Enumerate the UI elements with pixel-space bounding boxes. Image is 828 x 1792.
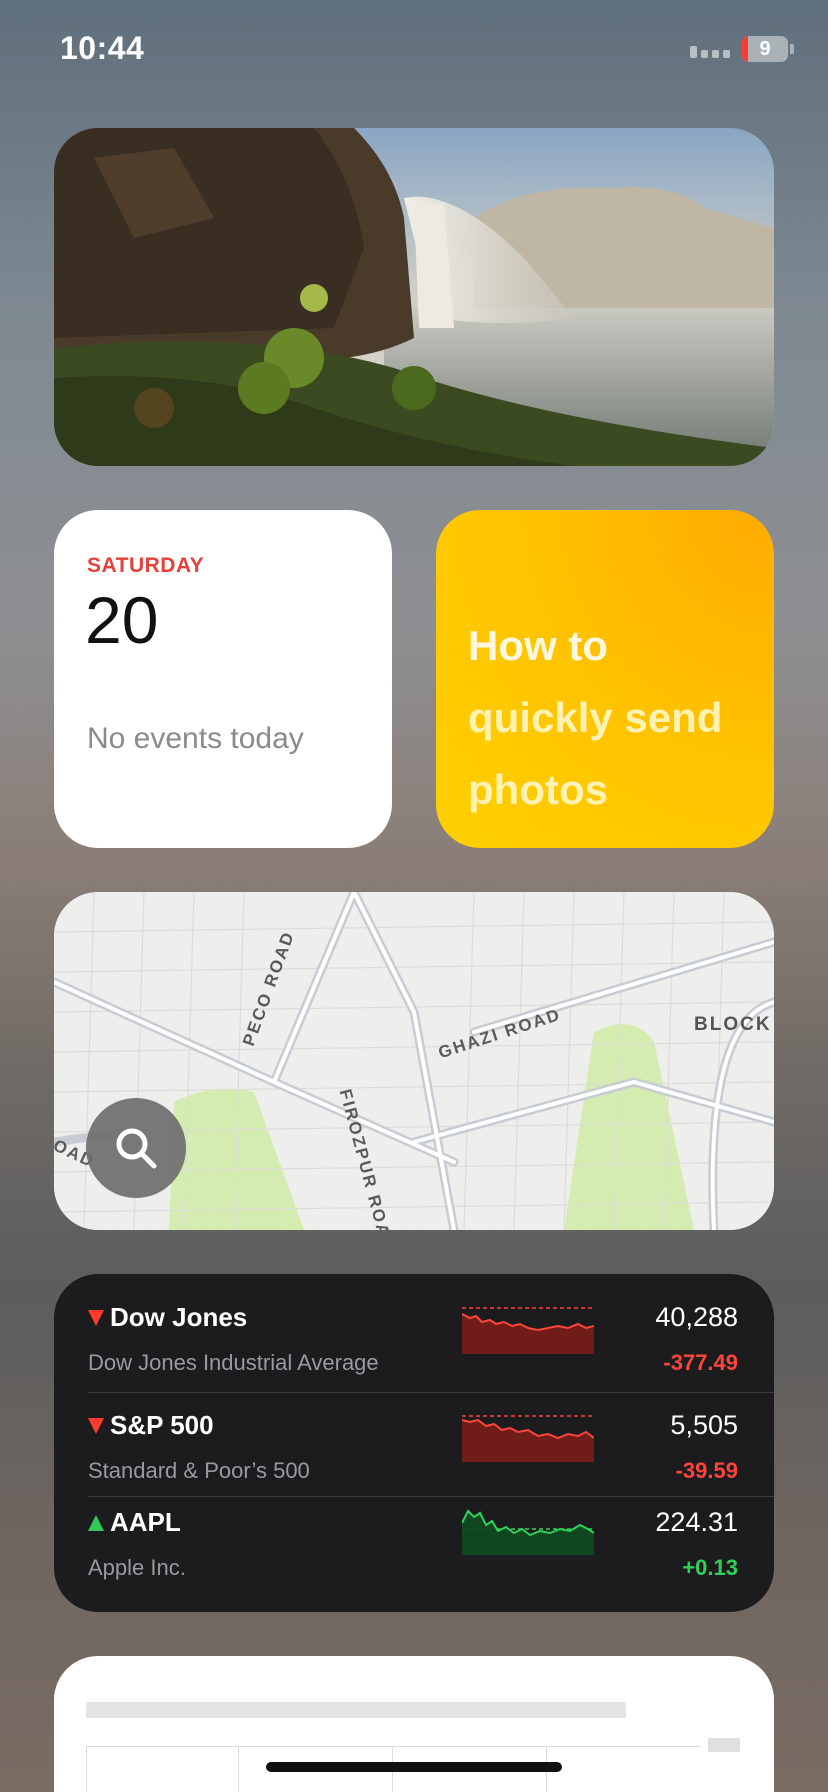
stock-symbol: Dow Jones xyxy=(88,1302,247,1333)
bottom-widget-gridline xyxy=(86,1746,700,1747)
stock-sparkline xyxy=(462,1307,594,1354)
stock-change: -377.49 xyxy=(663,1350,738,1375)
stock-symbol: S&P 500 xyxy=(88,1410,214,1441)
down-arrow-icon xyxy=(88,1417,104,1434)
stock-row-sp500[interactable]: S&P 500 Standard & Poor’s 500 5,505 -39.… xyxy=(54,1410,774,1510)
signal-icon xyxy=(690,46,730,58)
stock-sparkline xyxy=(462,1509,594,1555)
stock-price: 40,288 xyxy=(655,1302,738,1332)
up-arrow-icon xyxy=(88,1514,104,1531)
stock-name: Apple Inc. xyxy=(88,1555,186,1580)
tips-line-1: How to xyxy=(468,622,608,669)
stock-divider xyxy=(88,1496,774,1497)
stock-symbol: AAPL xyxy=(88,1507,181,1538)
stock-symbol-text: Dow Jones xyxy=(110,1302,248,1332)
bottom-widget-title-placeholder xyxy=(86,1702,626,1718)
home-indicator[interactable] xyxy=(266,1762,562,1772)
calendar-events-text: No events today xyxy=(87,722,304,755)
stock-divider xyxy=(88,1392,774,1393)
photos-widget[interactable] xyxy=(54,128,774,466)
status-time: 10:44 xyxy=(60,30,145,66)
bottom-widget-gridline xyxy=(86,1746,87,1792)
tips-headline: How to quickly send photos xyxy=(468,610,758,826)
maps-widget[interactable]: PECO ROAD GHAZI ROAD FIROZPUR ROAD BLOCK… xyxy=(54,892,774,1230)
calendar-widget[interactable]: SATURDAY 20 No events today xyxy=(54,510,392,848)
stock-price: 224.31 xyxy=(655,1507,738,1537)
calendar-weekday: SATURDAY xyxy=(87,554,205,577)
tips-widget[interactable]: How to quickly send photos xyxy=(436,510,774,848)
stock-name: Standard & Poor’s 500 xyxy=(88,1458,310,1483)
stocks-widget[interactable]: Dow Jones Dow Jones Industrial Average 4… xyxy=(54,1274,774,1612)
battery-icon: 9 xyxy=(742,36,788,62)
stock-change: -39.59 xyxy=(675,1458,738,1483)
map-search-button[interactable] xyxy=(86,1098,186,1198)
status-bar: 10:44 9 xyxy=(0,0,828,100)
map-label-block-g: BLOCK G xyxy=(694,1014,774,1035)
stock-row-dow-jones[interactable]: Dow Jones Dow Jones Industrial Average 4… xyxy=(54,1302,774,1402)
stock-symbol-text: S&P 500 xyxy=(110,1410,214,1440)
tips-line-3: photos xyxy=(468,766,608,813)
bottom-widget-gridline xyxy=(238,1746,239,1792)
stock-sparkline xyxy=(462,1415,594,1462)
down-arrow-icon xyxy=(88,1309,104,1326)
magnifying-glass-icon xyxy=(116,1128,157,1169)
stock-row-aapl[interactable]: AAPL Apple Inc. 224.31 +0.13 xyxy=(54,1507,774,1607)
bottom-widget-tag-placeholder xyxy=(708,1738,740,1752)
stock-symbol-text: AAPL xyxy=(110,1507,181,1537)
stock-name: Dow Jones Industrial Average xyxy=(88,1350,379,1375)
tips-line-2: quickly send xyxy=(468,694,723,741)
stock-price: 5,505 xyxy=(670,1410,738,1440)
waterfall-photo xyxy=(54,128,774,466)
battery-level: 9 xyxy=(759,38,771,60)
calendar-date: 20 xyxy=(85,583,159,657)
battery-tip xyxy=(790,44,794,54)
stock-change: +0.13 xyxy=(682,1555,738,1580)
